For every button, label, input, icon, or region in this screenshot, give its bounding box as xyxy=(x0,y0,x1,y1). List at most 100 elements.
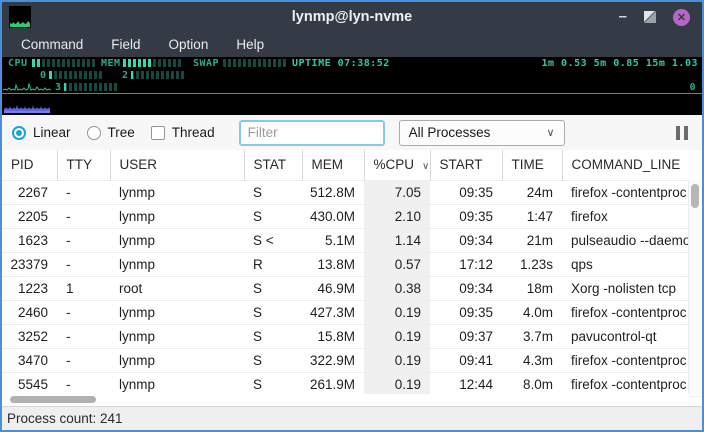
tree-radio-icon[interactable] xyxy=(87,126,101,140)
statusbar: Process count: 241 xyxy=(2,406,702,430)
cell-time: 3.7m xyxy=(502,324,562,348)
linear-radio-label: Linear xyxy=(33,125,71,140)
cell-user: root xyxy=(110,276,244,300)
close-button[interactable]: ✕ xyxy=(673,9,690,26)
col-header-cpu[interactable]: %CPU∨ xyxy=(364,150,430,180)
cell-cmd: firefox -contentproc xyxy=(562,348,702,372)
cell-cmd: pavucontrol-qt xyxy=(562,324,702,348)
titlebar: lynmp@lyn-nvme – ✕ xyxy=(2,2,702,32)
vertical-scrollbar[interactable] xyxy=(688,180,702,394)
restore-button[interactable] xyxy=(644,11,656,23)
core0-label: 0 xyxy=(40,70,47,81)
col-header-pid[interactable]: PID xyxy=(2,150,57,180)
table-row[interactable]: 2205 - lynmp S 430.0M 2.10 09:35 1:47 fi… xyxy=(2,204,702,228)
table-row[interactable]: 3252 - lynmp S 15.8M 0.19 09:37 3.7m pav… xyxy=(2,324,702,348)
cell-start: 09:37 xyxy=(430,324,502,348)
thread-toggle[interactable]: Thread xyxy=(151,125,215,140)
cell-stat: S xyxy=(244,204,302,228)
thread-checkbox-icon[interactable] xyxy=(151,126,165,140)
cell-cpu: 7.05 xyxy=(364,180,430,204)
horizontal-scrollbar-thumb[interactable] xyxy=(10,396,96,403)
col-header-tty[interactable]: TTY xyxy=(57,150,110,180)
cell-user: lynmp xyxy=(110,324,244,348)
cell-pid: 2460 xyxy=(2,300,57,324)
cell-start: 09:35 xyxy=(430,180,502,204)
table-row[interactable]: 1623 - lynmp S < 5.1M 1.14 09:34 21m pul… xyxy=(2,228,702,252)
table-row[interactable]: 5545 - lynmp S 261.9M 0.19 12:44 8.0m fi… xyxy=(2,372,702,396)
cell-tty: - xyxy=(57,324,110,348)
cell-start: 09:41 xyxy=(430,348,502,372)
minimize-button[interactable]: – xyxy=(619,12,627,22)
load-graph-strip[interactable] xyxy=(2,93,702,115)
view-mode-linear[interactable]: Linear xyxy=(12,125,71,140)
cell-cpu: 0.57 xyxy=(364,252,430,276)
process-filter-dropdown[interactable]: All Processes ∨ xyxy=(399,120,565,146)
core3-label: 3 xyxy=(55,82,62,93)
cell-mem: 46.9M xyxy=(302,276,364,300)
window-title: lynmp@lyn-nvme xyxy=(2,9,702,25)
cell-cpu: 0.38 xyxy=(364,276,430,300)
thread-checkbox-label: Thread xyxy=(172,125,215,140)
cell-time: 18m xyxy=(502,276,562,300)
cpu-history-sparkline xyxy=(3,82,51,93)
cell-stat: S xyxy=(244,348,302,372)
cell-cpu: 0.19 xyxy=(364,348,430,372)
system-monitor-panel[interactable]: CPU MEM SWAP UPTIME 07:38:52 1m 0.53 5m … xyxy=(2,57,702,93)
col-header-time[interactable]: TIME xyxy=(502,150,562,180)
cell-user: lynmp xyxy=(110,228,244,252)
core3-meter xyxy=(64,83,118,91)
cell-mem: 427.3M xyxy=(302,300,364,324)
view-mode-tree[interactable]: Tree xyxy=(87,125,135,140)
cell-mem: 261.9M xyxy=(302,372,364,396)
col-header-stat[interactable]: STAT xyxy=(244,150,302,180)
core0-meter xyxy=(49,71,103,79)
vertical-scrollbar-thumb[interactable] xyxy=(691,184,699,208)
cell-user: lynmp xyxy=(110,180,244,204)
cell-start: 09:35 xyxy=(430,204,502,228)
tree-radio-label: Tree xyxy=(108,125,135,140)
window-controls: – ✕ xyxy=(619,9,702,26)
table-row[interactable]: 2267 - lynmp S 512.8M 7.05 09:35 24m fir… xyxy=(2,180,702,204)
cell-tty: - xyxy=(57,204,110,228)
col-header-user[interactable]: USER xyxy=(110,150,244,180)
cell-pid: 3470 xyxy=(2,348,57,372)
cpu-meter xyxy=(32,59,96,67)
table-row[interactable]: 1223 1 root S 46.9M 0.38 09:34 18m Xorg … xyxy=(2,276,702,300)
cell-stat: S xyxy=(244,372,302,396)
monitor-row-3: 3 0 xyxy=(2,81,702,93)
cell-stat: R xyxy=(244,252,302,276)
cell-start: 09:34 xyxy=(430,228,502,252)
col-header-command-line[interactable]: COMMAND_LINE xyxy=(562,150,702,180)
cell-tty: - xyxy=(57,348,110,372)
cell-cpu: 1.14 xyxy=(364,228,430,252)
filter-input[interactable] xyxy=(239,120,385,146)
menu-field[interactable]: Field xyxy=(98,34,153,55)
menubar: Command Field Option Help xyxy=(2,32,702,57)
menu-command[interactable]: Command xyxy=(8,34,96,55)
cell-cmd: firefox -contentproc xyxy=(562,372,702,396)
cell-mem: 430.0M xyxy=(302,204,364,228)
pause-button[interactable] xyxy=(672,122,692,144)
cell-stat: S xyxy=(244,180,302,204)
cell-user: lynmp xyxy=(110,300,244,324)
cell-mem: 5.1M xyxy=(302,228,364,252)
cell-pid: 5545 xyxy=(2,372,57,396)
cell-mem: 15.8M xyxy=(302,324,364,348)
menu-option[interactable]: Option xyxy=(156,34,222,55)
table-row[interactable]: 2460 - lynmp S 427.3M 0.19 09:35 4.0m fi… xyxy=(2,300,702,324)
cell-pid: 23379 xyxy=(2,252,57,276)
cell-cpu: 0.19 xyxy=(364,300,430,324)
table-row[interactable]: 3470 - lynmp S 322.9M 0.19 09:41 4.3m fi… xyxy=(2,348,702,372)
cell-time: 21m xyxy=(502,228,562,252)
cell-user: lynmp xyxy=(110,204,244,228)
col-header-mem[interactable]: MEM xyxy=(302,150,364,180)
col-header-start[interactable]: START xyxy=(430,150,502,180)
table-row[interactable]: 23379 - lynmp R 13.8M 0.57 17:12 1.23s q… xyxy=(2,252,702,276)
menu-help[interactable]: Help xyxy=(223,34,277,55)
monitor-corner-value: 0 xyxy=(689,82,696,93)
horizontal-scrollbar[interactable] xyxy=(2,394,689,406)
linear-radio-icon[interactable] xyxy=(12,126,26,140)
cell-stat: S < xyxy=(244,228,302,252)
process-filter-value: All Processes xyxy=(409,125,491,140)
cpu-meter-label: CPU xyxy=(8,58,28,69)
